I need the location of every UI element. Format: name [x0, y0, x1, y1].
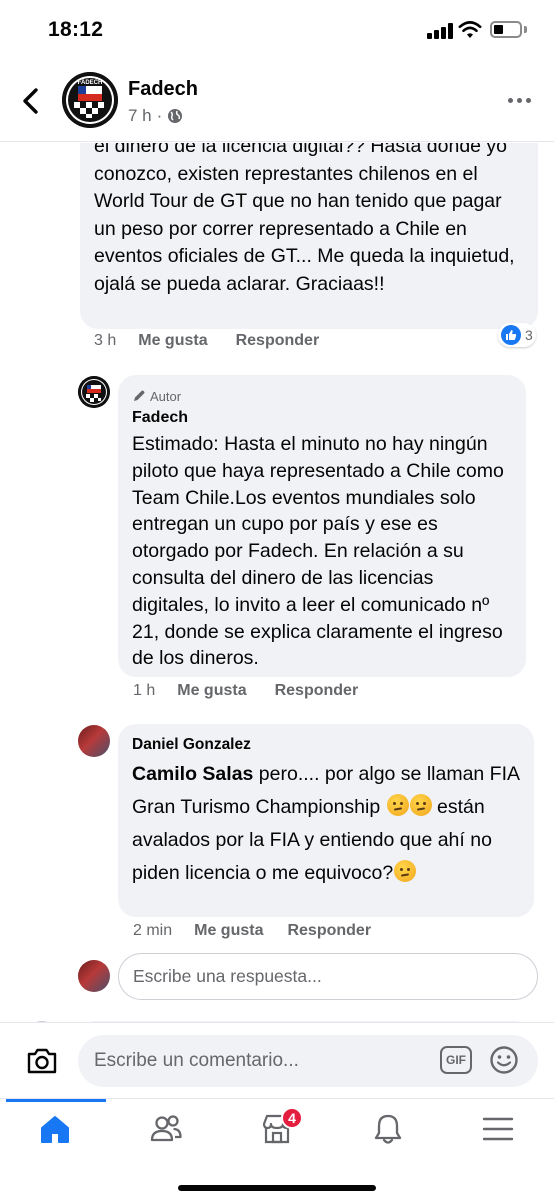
comment-text: Camilo Salas pero.... por algo se llaman… — [132, 758, 520, 890]
meta-separator: · — [156, 106, 163, 125]
friends-icon — [150, 1115, 182, 1142]
home-icon — [41, 1116, 69, 1143]
pen-icon — [134, 390, 145, 401]
tab-marketplace[interactable]: 4 — [247, 1107, 307, 1151]
page-avatar[interactable]: FADECH — [62, 72, 118, 128]
emoji-picker-icon[interactable] — [489, 1045, 519, 1075]
comment-actions: 3 h Me gusta Responder — [94, 332, 319, 350]
tab-notifications[interactable] — [358, 1107, 418, 1151]
more-options-icon[interactable] — [508, 98, 532, 106]
page-name[interactable]: Fadech — [128, 78, 198, 101]
tab-friends[interactable] — [136, 1107, 196, 1151]
comment-bubble[interactable]: Daniel Gonzalez Camilo Salas pero.... po… — [118, 724, 534, 917]
reply-input[interactable]: Escribe una respuesta... — [118, 953, 538, 1000]
comment-time[interactable]: 2 min — [133, 922, 172, 940]
battery-icon — [490, 21, 522, 38]
tab-home[interactable] — [25, 1107, 85, 1151]
battery-tip — [524, 26, 527, 33]
post-age: 7 h — [128, 106, 152, 125]
tab-menu[interactable] — [468, 1107, 528, 1151]
author-badge: Autor — [132, 387, 512, 405]
like-button[interactable]: Me gusta — [177, 682, 246, 700]
comments-list: el dinero de la licencia digital?? Hasta… — [0, 143, 554, 1025]
cellular-signal-icon — [427, 23, 453, 39]
thinking-face-icon — [409, 794, 432, 816]
comment-text: el dinero de la licencia digital?? Hasta… — [94, 143, 515, 295]
bottom-tab-bar: 4 — [0, 1098, 554, 1200]
comment-composer: Escribe un comentario... GIF — [0, 1022, 554, 1098]
thinking-face-icon — [394, 860, 417, 882]
thinking-face-icon — [386, 794, 409, 816]
fadech-logo-icon — [78, 376, 110, 408]
like-reaction-icon — [501, 325, 521, 345]
comment-actions: 2 min Me gusta Responder — [133, 922, 371, 940]
comment-bubble[interactable]: Autor Fadech Estimado: Hasta el minuto n… — [118, 375, 526, 677]
mention-link[interactable]: Camilo Salas — [132, 763, 253, 785]
reply-button[interactable]: Responder — [275, 682, 359, 700]
camera-icon[interactable] — [26, 1047, 58, 1075]
back-arrow-icon[interactable] — [20, 86, 42, 116]
reaction-count: 3 — [525, 327, 533, 343]
author-badge-label: Autor — [150, 388, 182, 404]
reply-button[interactable]: Responder — [287, 922, 371, 940]
notification-badge: 4 — [281, 1107, 303, 1129]
globe-icon — [168, 109, 183, 123]
post-header: FADECH Fadech 7 h · — [0, 62, 554, 142]
reply-placeholder: Escribe una respuesta... — [133, 966, 322, 986]
comment-placeholder: Escribe un comentario... — [94, 1050, 299, 1071]
comment-text: Estimado: Hasta el minuto no hay ningún … — [132, 433, 504, 670]
wifi-icon — [458, 21, 482, 38]
reply-button[interactable]: Responder — [236, 332, 320, 350]
reaction-summary[interactable]: 3 — [498, 323, 536, 347]
menu-icon — [482, 1117, 514, 1141]
status-bar: 18:12 — [0, 0, 554, 62]
commenter-name[interactable]: Daniel Gonzalez — [132, 736, 520, 754]
fadech-logo-icon: FADECH — [62, 72, 118, 128]
current-user-avatar — [78, 960, 110, 992]
commenter-name[interactable]: Fadech — [132, 409, 512, 427]
gif-icon[interactable]: GIF — [440, 1046, 472, 1074]
gif-label: GIF — [446, 1053, 466, 1067]
comment-bubble[interactable]: el dinero de la licencia digital?? Hasta… — [80, 143, 538, 329]
commenter-avatar[interactable] — [78, 376, 110, 408]
comment-actions: 1 h Me gusta Responder — [133, 682, 358, 700]
svg-text:FADECH: FADECH — [78, 80, 103, 86]
like-button[interactable]: Me gusta — [138, 332, 207, 350]
like-button[interactable]: Me gusta — [194, 922, 263, 940]
comment-time[interactable]: 3 h — [94, 332, 116, 350]
home-indicator — [178, 1185, 376, 1191]
comment-time[interactable]: 1 h — [133, 682, 155, 700]
status-time: 18:12 — [48, 18, 104, 41]
post-meta: 7 h · — [128, 106, 183, 126]
commenter-avatar[interactable] — [78, 725, 110, 757]
bell-icon — [374, 1114, 402, 1144]
active-tab-indicator — [6, 1099, 106, 1102]
